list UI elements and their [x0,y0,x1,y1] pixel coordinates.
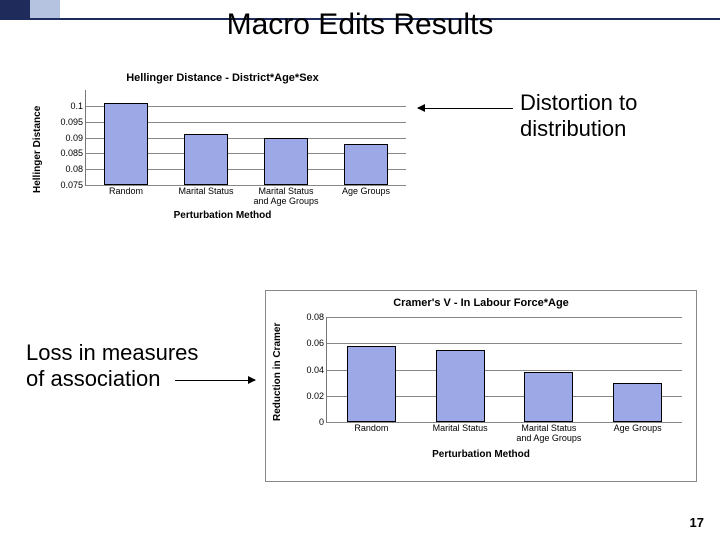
chart-title: Hellinger Distance - District*Age*Sex [30,72,415,86]
category-label: Marital Status [416,422,505,434]
category-label: Marital Status and Age Groups [246,185,326,207]
plot-area: 00.020.040.060.08RandomMarital StatusMar… [326,317,682,423]
y-tick: 0.1 [70,101,86,111]
y-tick: 0.02 [306,391,327,401]
slide-title: Macro Edits Results [0,8,720,42]
y-tick: 0.09 [65,133,86,143]
bar [347,346,396,422]
bar [264,138,308,186]
category-label: Marital Status [166,185,246,197]
chart-cramer: Cramer's V - In Labour Force*Age Reducti… [265,290,697,482]
chart-hellinger: Hellinger Distance - District*Age*Sex He… [30,72,415,242]
bar [184,134,228,185]
bar [344,144,388,185]
y-tick: 0.085 [60,148,86,158]
category-label: Random [86,185,166,197]
y-tick: 0.06 [306,338,327,348]
page-number: 17 [690,515,704,530]
x-axis-label: Perturbation Method [266,449,696,460]
arrow-right [175,380,255,381]
y-tick: 0.04 [306,365,327,375]
y-tick: 0 [319,417,327,427]
annotation-loss: Loss in measures of association [26,340,198,392]
y-tick: 0.08 [306,312,327,322]
plot-area: 0.0750.080.0850.090.0950.1RandomMarital … [85,90,406,186]
y-axis-label: Reduction in Cramer [272,321,283,421]
chart-title: Cramer's V - In Labour Force*Age [266,291,696,309]
bar [613,383,662,422]
y-tick: 0.08 [65,164,86,174]
x-axis-label: Perturbation Method [30,210,415,221]
y-axis-label: Hellinger Distance [32,98,43,193]
category-label: Age Groups [593,422,682,434]
category-label: Marital Status and Age Groups [505,422,594,444]
arrow-left [418,108,513,109]
y-tick: 0.075 [60,180,86,190]
bar [524,372,573,422]
annotation-distortion: Distortion to distribution [520,90,637,142]
category-label: Age Groups [326,185,406,197]
bar [436,350,485,422]
category-label: Random [327,422,416,434]
y-tick: 0.095 [60,117,86,127]
bar [104,103,148,185]
